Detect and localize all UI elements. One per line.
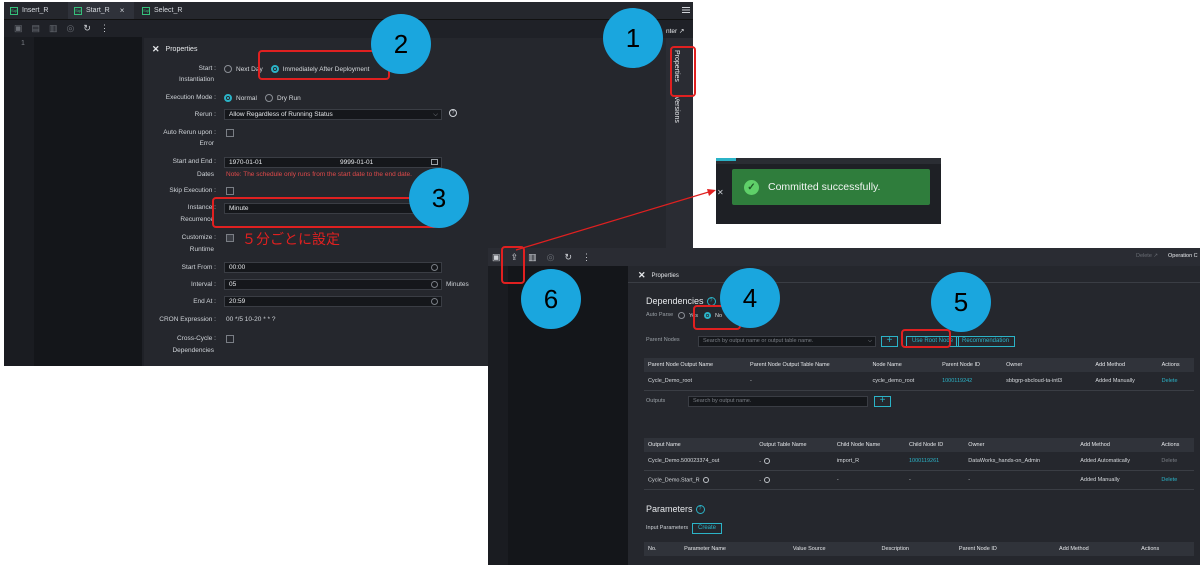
highlight-properties-tab bbox=[670, 46, 696, 97]
callout-3: 3 bbox=[409, 168, 469, 228]
callout-6: 6 bbox=[521, 269, 581, 329]
annotation-arrow-line bbox=[515, 190, 713, 251]
callout-2: 2 bbox=[371, 14, 431, 74]
callout-5: 5 bbox=[931, 272, 991, 332]
highlight-use-root-node bbox=[901, 329, 951, 348]
highlight-recurrence bbox=[212, 197, 438, 228]
highlight-submit-icon bbox=[501, 246, 525, 284]
annotation-arrow-layer bbox=[515, 189, 716, 251]
annotation-arrowhead bbox=[707, 189, 716, 196]
callout-4: 4 bbox=[720, 268, 780, 328]
japanese-annotation: ５分ごとに設定 bbox=[242, 231, 340, 247]
callout-1: 1 bbox=[603, 8, 663, 68]
highlight-immediately bbox=[258, 50, 390, 80]
